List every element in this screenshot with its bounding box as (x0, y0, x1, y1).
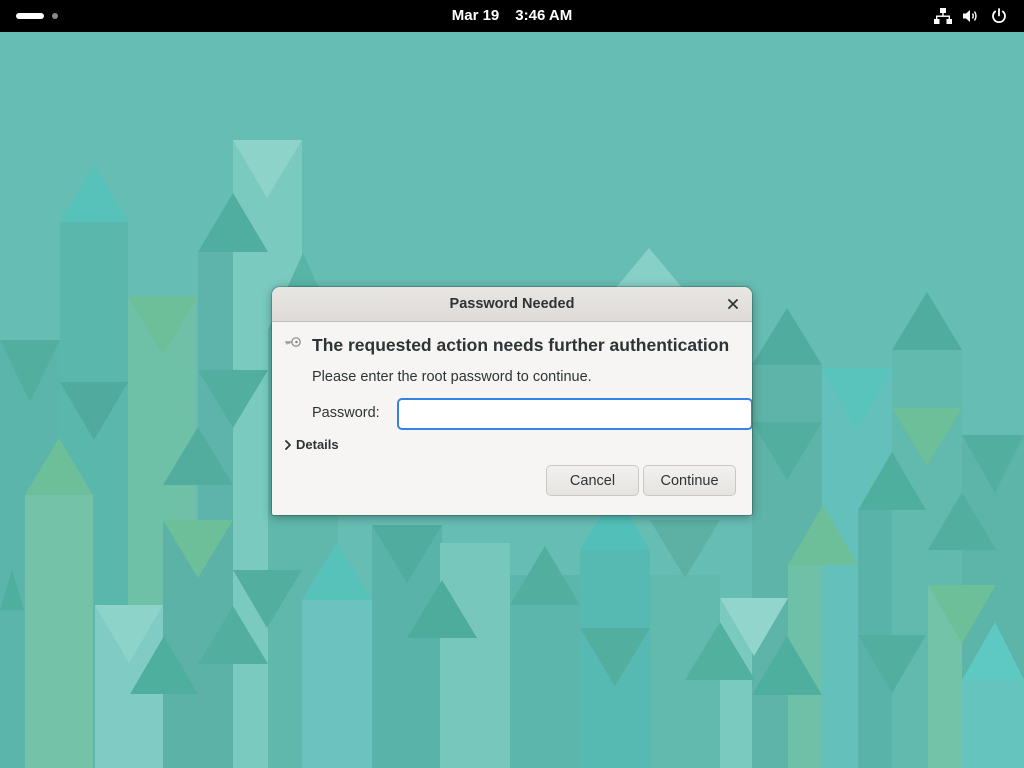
key-icon (284, 336, 302, 348)
workspace-active-indicator (16, 13, 44, 19)
clock-time[interactable]: 3:46 AM (515, 7, 572, 24)
network-wired-icon[interactable] (934, 8, 952, 24)
details-expander[interactable]: Details (284, 437, 339, 452)
auth-description: Please enter the root password to contin… (312, 369, 592, 385)
chevron-right-icon (284, 439, 292, 450)
clock: Mar 19 3:46 AM (0, 0, 1024, 32)
password-label: Password: (312, 405, 380, 421)
volume-icon[interactable] (962, 8, 980, 24)
password-dialog: Password Needed The requested action nee… (272, 287, 752, 515)
details-label: Details (296, 437, 339, 452)
top-bar: Mar 19 3:46 AM (0, 0, 1024, 32)
activities-indicator[interactable] (16, 11, 58, 21)
clock-date[interactable]: Mar 19 (452, 7, 500, 24)
system-tray[interactable] (934, 8, 1008, 24)
power-icon[interactable] (990, 8, 1008, 24)
workspace-inactive-indicator (52, 13, 58, 19)
auth-headline: The requested action needs further authe… (312, 335, 730, 355)
dialog-title: Password Needed (449, 296, 575, 312)
cancel-button[interactable]: Cancel (546, 465, 639, 496)
continue-button[interactable]: Continue (643, 465, 736, 496)
close-button[interactable] (722, 293, 744, 315)
dialog-titlebar[interactable]: Password Needed (272, 287, 752, 322)
password-input[interactable] (397, 398, 752, 430)
close-icon (728, 299, 738, 309)
